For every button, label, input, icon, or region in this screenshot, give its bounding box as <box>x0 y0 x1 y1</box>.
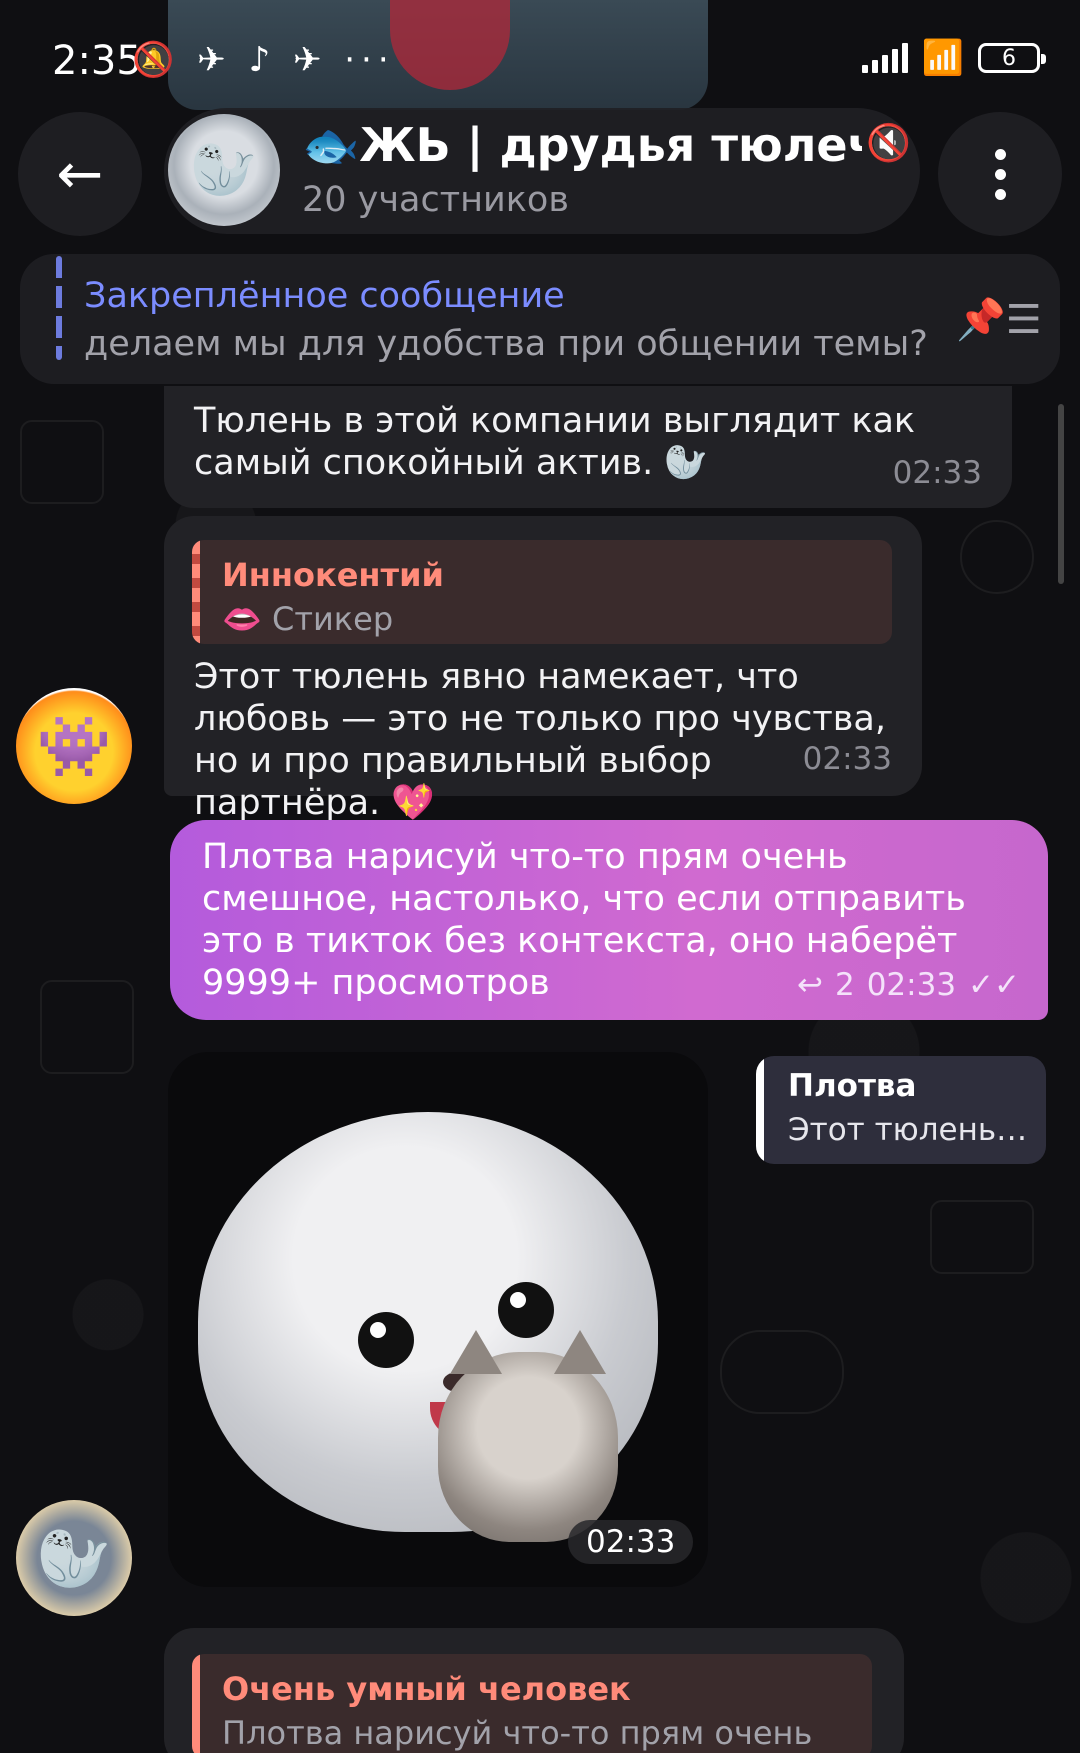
outgoing-message-bubble[interactable]: Плотва нарисуй что-то прям очень смешное… <box>170 820 1048 1020</box>
wallpaper-doodle <box>20 420 104 504</box>
pinned-message-bar[interactable] <box>20 254 1060 384</box>
message-bubble[interactable]: Иннокентий 👄 Стикер Этот тюлень явно нам… <box>164 516 922 823</box>
wallpaper-doodle <box>960 520 1034 594</box>
pinned-text: делаем мы для удобства при общении темы? <box>84 324 928 364</box>
more-vertical-icon <box>994 148 1006 200</box>
status-time: 2:35 <box>52 38 142 84</box>
sender-avatar[interactable]: 👾 <box>16 688 132 804</box>
message-bubble[interactable]: Тюлень в этой компании выглядит как самы… <box>164 386 1012 508</box>
pinned-title: Закреплённое сообщение <box>84 276 565 316</box>
reply-arrow-icon: ↩ <box>796 967 823 1003</box>
wallpaper-doodle <box>930 1200 1034 1274</box>
seal-eye <box>358 1312 414 1368</box>
message-text: Этот тюлень явно намекает, что любовь — … <box>194 657 886 823</box>
back-button[interactable]: ← <box>18 112 142 236</box>
reply-preview[interactable]: Иннокентий 👄 Стикер <box>192 540 892 644</box>
signal-icon <box>861 43 908 73</box>
muted-icon: 🔇 <box>866 123 911 164</box>
status-bar: 2:35 🔕 ✈ ♪ ✈ ··· 📶 6 <box>0 0 1080 110</box>
kitten-illustration <box>438 1330 618 1542</box>
wallpaper-doodle <box>720 1330 844 1414</box>
reply-edge <box>756 1056 764 1164</box>
chat-subtitle: 20 участников <box>302 180 569 220</box>
arrow-left-icon: ← <box>56 141 104 207</box>
message-text: Тюлень в этой компании выглядит как самы… <box>194 401 916 483</box>
message-bubble[interactable]: Очень умный человек Плотва нарисуй что-т… <box>164 1628 904 1753</box>
reply-author: Очень умный человек <box>222 1670 631 1708</box>
more-menu-button[interactable] <box>938 112 1062 236</box>
message-meta: ↩ 2 02:33 ✓✓ <box>797 964 1020 1006</box>
status-right: 📶 6 <box>861 38 1046 78</box>
wifi-icon: 📶 <box>921 38 964 78</box>
reply-edge <box>192 540 200 644</box>
sticker-time: 02:33 <box>568 1520 694 1564</box>
notification-icons: 🔕 ✈ ♪ ✈ ··· <box>132 40 395 80</box>
pin-list-icon[interactable]: 📌☰ <box>956 296 1042 343</box>
read-check-icon: ✓✓ <box>968 967 1020 1003</box>
pinned-indicator <box>56 256 62 360</box>
wallpaper-doodle <box>40 980 134 1074</box>
reply-chip[interactable]: Плотва Этот тюлень… <box>756 1056 1046 1164</box>
reply-count[interactable]: 2 <box>835 964 855 1006</box>
seal-eye <box>498 1282 554 1338</box>
reply-author: Иннокентий <box>222 556 444 594</box>
battery-level: 6 <box>1002 45 1016 71</box>
reply-text: Плотва нарисуй что-то прям очень сме… <box>222 1714 813 1752</box>
reply-preview[interactable]: Очень умный человек Плотва нарисуй что-т… <box>192 1654 872 1753</box>
message-time: 02:33 <box>802 741 892 777</box>
chat-title[interactable]: 🐟ЖЬ | друдья тюлечи 🪨 <box>302 118 862 173</box>
sender-avatar[interactable]: 🦭 <box>16 1500 132 1616</box>
reply-edge <box>192 1654 200 1753</box>
reply-text: 👄 Стикер <box>222 600 394 638</box>
message-time: 02:33 <box>892 455 982 491</box>
battery-icon: 6 <box>978 43 1046 73</box>
seal-sticker[interactable] <box>168 1052 708 1587</box>
group-avatar[interactable]: 🦭 <box>168 114 280 226</box>
reply-chip-text: Этот тюлень… <box>788 1112 1028 1148</box>
message-time: 02:33 <box>866 967 957 1003</box>
scrollbar[interactable] <box>1058 404 1064 584</box>
reply-chip-name: Плотва <box>788 1068 917 1104</box>
chat-screen: 2:35 🔕 ✈ ♪ ✈ ··· 📶 6 ← 🦭 🐟ЖЬ | друдья тю… <box>0 0 1080 1753</box>
